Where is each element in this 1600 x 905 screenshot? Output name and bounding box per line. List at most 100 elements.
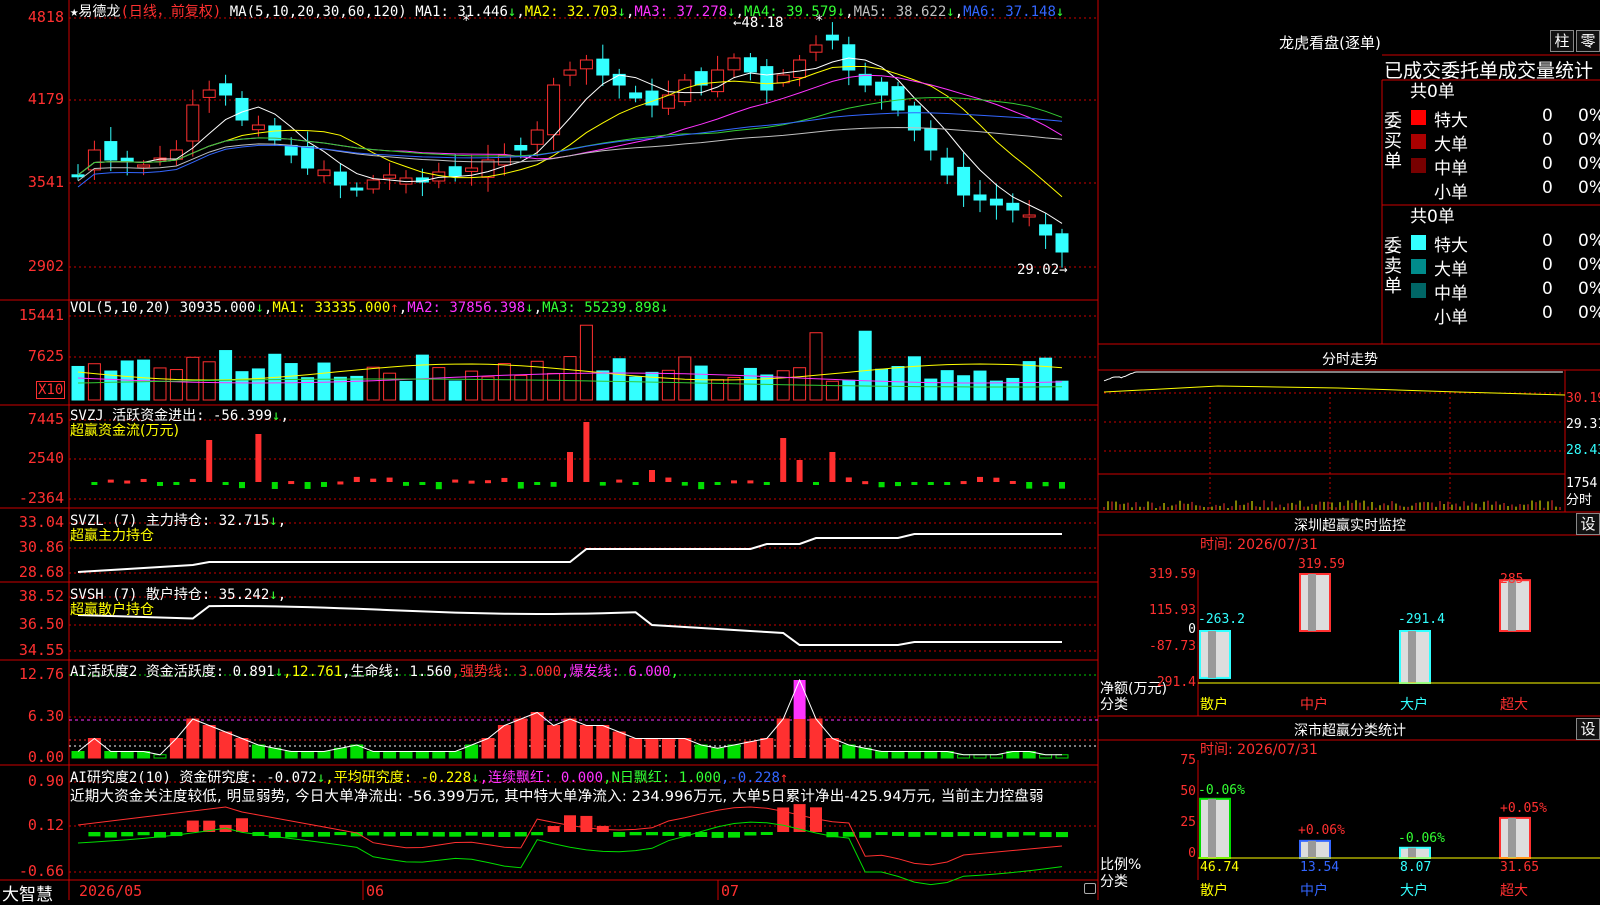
candle — [366, 179, 380, 190]
svzj-subtitle: 超赢资金流(万元) — [70, 423, 179, 439]
svsh-comma: , — [277, 587, 287, 603]
research-bar — [974, 832, 986, 836]
candle — [760, 66, 774, 91]
monitor-vlabel-1: -263.2 — [1198, 612, 1245, 627]
monitor-bar-shade-1 — [1208, 631, 1216, 678]
candle — [301, 146, 315, 169]
activity-bar — [875, 751, 889, 759]
buy-m-value: 0 — [1542, 154, 1553, 174]
activity-bar — [202, 725, 216, 759]
air-avg: ,平均研究度: -0.228 — [325, 770, 472, 786]
category-stats-title: 深市超赢分类统计 — [1294, 723, 1406, 739]
kline-chart[interactable] — [0, 0, 1098, 900]
sell-row-xl: 特大 0 0% — [1406, 231, 1600, 256]
low-price-label: 29.02→ — [1017, 262, 1068, 278]
activity-bar — [432, 751, 446, 759]
ai-lifeline: ,生命线: 1.560 — [342, 664, 452, 680]
sell-l-name: 大单 — [1434, 260, 1468, 280]
monitor-ylabel: 净额(万元) — [1100, 681, 1167, 697]
volume-bar — [251, 368, 265, 401]
ai-axis-label-1: 12.76 — [18, 665, 64, 683]
candle — [743, 57, 757, 73]
fund-flow-bar — [107, 479, 114, 483]
activity-bar — [219, 731, 233, 759]
research-bar — [859, 832, 872, 838]
category-cat-1: 散户 — [1200, 883, 1228, 899]
fund-flow-bar — [960, 481, 967, 485]
candle — [251, 124, 265, 131]
brand-logo[interactable]: 大智慧 — [2, 880, 53, 905]
volume-bar — [169, 369, 183, 401]
activity-bar — [858, 747, 872, 759]
svzl-comma: , — [277, 513, 287, 529]
period-label[interactable]: (日线，前复权) — [120, 4, 221, 20]
air-axis-label-3: -0.66 — [18, 862, 64, 880]
volume-bar — [383, 372, 397, 401]
fund-flow-bar — [353, 476, 360, 482]
ma2-value: MA2: 32.703 — [524, 4, 618, 20]
research-bar — [367, 832, 380, 836]
research-bar — [662, 832, 675, 836]
activity-bar — [727, 744, 741, 759]
column-view-button[interactable]: 柱 — [1550, 30, 1574, 52]
ma6-value: MA6: 37.148 — [963, 4, 1056, 20]
fund-flow-bar — [895, 482, 901, 487]
zero-toggle-button[interactable]: 零 — [1576, 30, 1600, 52]
candle — [465, 167, 479, 172]
fund-flow-bar — [304, 482, 311, 489]
category-chg-2: +0.06% — [1298, 823, 1345, 838]
fund-flow-bar — [386, 477, 393, 482]
fund-flow-bar — [271, 482, 278, 489]
buy-xl-swatch — [1411, 110, 1426, 125]
activity-bar — [711, 747, 725, 759]
ma3-value: MA3: 37.278 — [634, 4, 728, 20]
research-bar — [482, 832, 494, 837]
monitor-vlabel-4: 285 — [1500, 572, 1524, 587]
fund-flow-bar — [288, 481, 295, 485]
monitor-settings-button[interactable]: 设 — [1576, 513, 1600, 535]
stock-name[interactable]: ★易德龙 — [70, 4, 120, 20]
research-bar — [449, 832, 462, 837]
air-axis-label-1: 0.90 — [27, 772, 64, 790]
candle — [481, 159, 495, 178]
monitor-xlabel: 分类 — [1100, 697, 1128, 713]
research-bar — [580, 815, 593, 832]
research-bar — [465, 832, 478, 836]
category-bar-shade-3 — [1408, 847, 1416, 858]
category-settings-button[interactable]: 设 — [1576, 718, 1600, 740]
activity-bar — [120, 751, 134, 759]
research-bar — [908, 832, 921, 837]
volume-bar — [825, 380, 839, 401]
price-axis-label-4: 2902 — [27, 257, 64, 275]
volume-bar — [235, 371, 249, 401]
monitor-axis-4: -87.73 — [1149, 639, 1196, 654]
research-bar — [1023, 832, 1036, 836]
intraday-axis-2: 29.31 — [1566, 417, 1600, 432]
ai-axis-label-2: 6.30 — [27, 707, 64, 725]
fund-flow-bar — [517, 482, 524, 489]
fund-flow-bar — [189, 478, 196, 482]
research-bar — [285, 832, 298, 838]
fund-flow-bar — [714, 482, 721, 485]
sell-l-pct: 0% — [1578, 255, 1600, 275]
fund-flow-bar — [911, 482, 918, 485]
volume-bar — [596, 370, 610, 401]
fund-flow-bar — [993, 477, 1000, 482]
buy-orders-table: 共0单 特大 0 0% 大单 0 0% 中单 0 0% 小单 0 0% — [1406, 80, 1600, 205]
volume-bar — [1006, 377, 1020, 401]
air-cont-red: ,连续飘红: 0.000 — [479, 770, 604, 786]
activity-bar — [497, 725, 511, 759]
research-bar — [121, 832, 134, 837]
research-bar — [186, 820, 199, 832]
lock-icon[interactable] — [1084, 883, 1096, 894]
air-panel-header: AI研究度2(10) 资金研究度: -0.072↓,平均研究度: -0.228↓… — [70, 767, 788, 787]
monitor-axis-2: 115.93 — [1149, 603, 1196, 618]
buy-xl-pct: 0% — [1578, 106, 1600, 126]
research-bar — [892, 832, 904, 836]
sell-xl-swatch — [1411, 235, 1426, 250]
volume-bar — [711, 379, 725, 401]
volume-bar — [481, 376, 495, 401]
volume-bar — [465, 370, 479, 401]
sell-xl-name: 特大 — [1434, 236, 1468, 256]
category-value-4: 31.65 — [1500, 860, 1540, 875]
